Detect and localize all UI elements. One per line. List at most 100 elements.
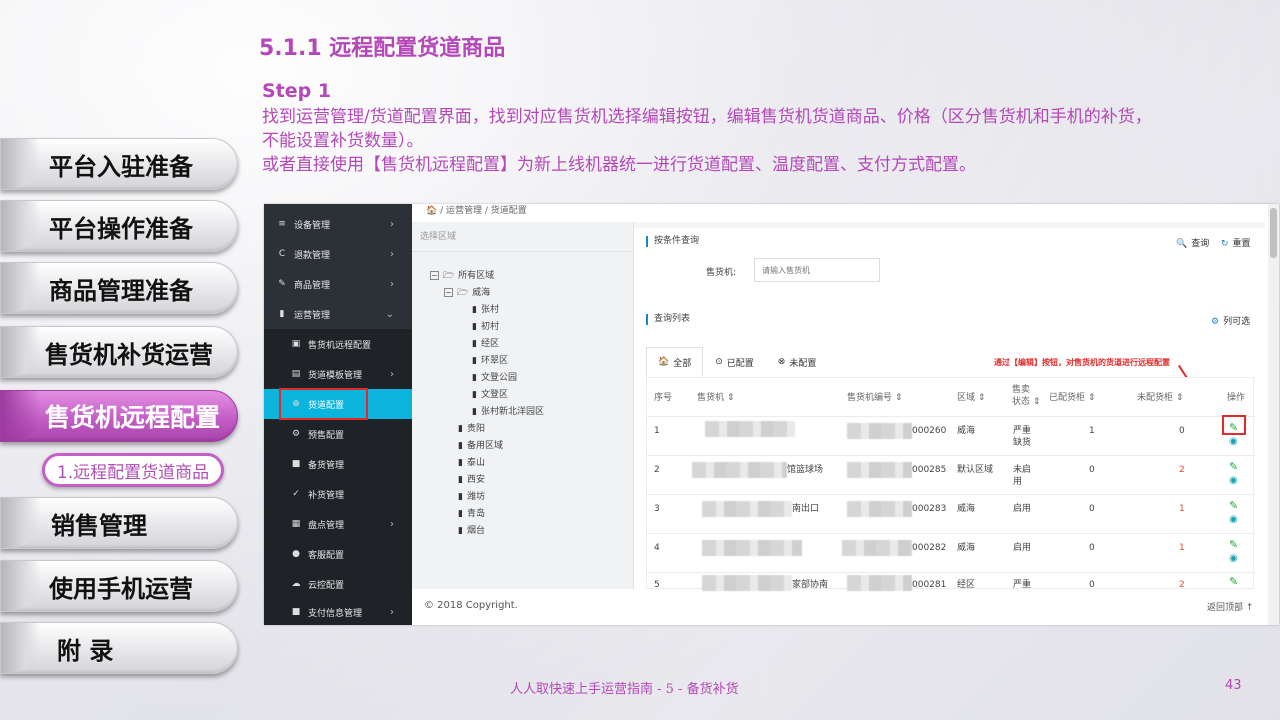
status-line: 用 [1013,477,1023,487]
nav-item-platform-ops[interactable]: 平台操作准备 [0,200,238,252]
reset-label: 重置 [1232,239,1251,249]
tree-label: 威海 [472,288,491,298]
sidebar-item-cloud[interactable]: ☁ 云控配置 [264,569,412,599]
tab-label: 已配置 [726,358,754,369]
nav-item-mobile-ops[interactable]: 使用手机运营 [0,560,238,612]
sidebar-label: 预售配置 [308,430,345,441]
tree-node[interactable]: ▮ 西安 [458,472,485,485]
nav-swoosh [1,623,41,673]
eye-icon[interactable]: ◉ [1229,553,1238,564]
columns-button[interactable]: ⚙ 列可选 [1211,314,1250,327]
cell-status: 未启用 [1013,464,1031,488]
tree-node[interactable]: ▮ 烟台 [458,523,485,536]
search-button[interactable]: 🔍 查询 [1176,236,1209,249]
tab-all[interactable]: 🏠 全部 [646,347,704,377]
page-scrollbar[interactable] [1268,204,1279,625]
tab-label: 未配置 [789,358,817,369]
tab-unconfigured[interactable]: ⊗ 未配置 [766,347,829,377]
redacted-machine-name [692,462,787,478]
annotation-text: 通过【编辑】按钮，对售货机的货道进行远程配置 [994,358,1170,367]
nav-label: 平台入驻准备 [49,152,193,181]
sidebar-item-stock[interactable]: ■ 备货管理 [264,449,412,479]
file-icon: ▮ [458,475,463,485]
nav-item-restock-ops[interactable]: 售货机补货运营 [0,326,238,378]
tree-node[interactable]: ▮ 潍坊 [458,489,485,502]
sidebar-item-product[interactable]: ✎ 商品管理 › [264,269,412,299]
sidebar-label: 货道模板管理 [308,370,363,381]
machine-search-input[interactable] [754,258,880,282]
chevron-right-icon: › [390,278,394,290]
check-circle-icon: ⊙ [715,357,723,367]
cell-status: 启用 [1013,542,1031,554]
tab-label: 全部 [673,358,692,369]
sidebar-item-device[interactable]: ≡ 设备管理 › [264,209,412,239]
tree-node-weihai[interactable]: − 🗁 威海 [444,285,490,301]
edit-pencil-icon[interactable]: ✎ [1229,460,1238,473]
tree-node[interactable]: ▮ 张村新北洋园区 [472,404,544,417]
sidebar-item-presale[interactable]: ⚙ 预售配置 [264,419,412,449]
back-to-top-link[interactable]: 返回顶部 ↑ [1207,600,1253,613]
cell-unconfigured: 1 [1179,504,1185,514]
cell-code: 000285 [912,465,947,475]
nav-item-remote-config[interactable]: 售货机远程配置 [0,390,238,442]
chevron-right-icon: › [390,218,394,230]
cell-configured: 0 [1089,543,1095,553]
cloud-icon: ☁ [291,579,301,589]
tree-node[interactable]: ▮ 贵阳 [458,421,485,434]
machine-label: 售货机: [706,268,737,278]
redacted-code [842,540,912,556]
tree-node[interactable]: ▮ 备用区域 [458,438,503,451]
file-icon: ▮ [458,509,463,519]
file-icon: ▤ [291,369,301,379]
eye-icon[interactable]: ◉ [1229,514,1238,525]
nav-item-appendix[interactable]: 附 录 [0,622,238,674]
list-title: 查询列表 [646,314,690,325]
home-icon: 🏠 [658,357,670,367]
column-header-code[interactable]: 售货机编号 ⇕ [847,392,902,404]
sidebar-item-slot-template[interactable]: ▤ 货道模板管理 › [264,359,412,389]
nav-subitem-remote-slot[interactable]: 1.远程配置货道商品 [42,453,224,487]
sidebar-item-inventory[interactable]: ▦ 盘点管理 › [264,509,412,539]
nav-item-platform-entry[interactable]: 平台入驻准备 [0,138,238,190]
column-header-status[interactable]: 售卖 状态 ⇕ [1012,384,1040,408]
remote-icon: ▣ [291,339,301,349]
scrollbar-thumb[interactable] [1270,208,1277,258]
nav-label: 商品管理准备 [49,276,193,305]
column-header-actions: 操作 [1227,393,1246,403]
tree-node[interactable]: ▮ 张村 [472,302,499,315]
sidebar-item-remote-config[interactable]: ▣ 售货机远程配置 [264,329,412,359]
tree-node[interactable]: ▮ 泰山 [458,455,485,468]
column-header-unconfigured[interactable]: 未配货柜 ⇕ [1137,392,1183,404]
tab-configured[interactable]: ⊙ 已配置 [703,347,766,377]
sidebar-label: 退款管理 [294,250,331,261]
tree-node-root[interactable]: − 🗁 所有区域 [430,268,494,284]
slot-table: 序号 售货机 ⇕ 售货机编号 ⇕ 区域 ⇕ 售卖 状态 ⇕ 已配货柜 ⇕ 未配货柜… [646,377,1255,591]
nav-swoosh [1,561,41,611]
column-header-machine[interactable]: 售货机 ⇕ [697,392,734,404]
status-line: 启用 [1013,543,1032,553]
column-header-configured[interactable]: 已配货柜 ⇕ [1049,392,1095,404]
tree-node[interactable]: ▮ 初村 [472,319,499,332]
sidebar-item-service[interactable]: ● 客服配置 [264,539,412,569]
sidebar-item-operation[interactable]: ▮ 运营管理 ⌄ [264,299,412,329]
eye-icon[interactable]: ◉ [1229,475,1238,486]
tree-node[interactable]: ▮ 环翠区 [472,353,508,366]
tree-node[interactable]: ▮ 文登公园 [472,370,517,383]
sidebar-item-refund[interactable]: C 退款管理 › [264,239,412,269]
eye-icon[interactable]: ◉ [1229,436,1238,447]
edit-pencil-icon[interactable]: ✎ [1229,575,1238,588]
column-header-area[interactable]: 区域 ⇕ [957,392,985,404]
tree-node[interactable]: ▮ 文登区 [472,387,508,400]
nav-item-sales[interactable]: 销售管理 [0,497,238,549]
tree-node[interactable]: ▮ 经区 [472,336,499,349]
query-title: 按条件查询 [646,236,699,247]
sidebar-item-payment[interactable]: ■ 支付信息管理 › [264,597,412,625]
nav-label: 使用手机运营 [49,574,193,603]
sidebar-item-restock[interactable]: ✓ 补货管理 [264,479,412,509]
reset-button[interactable]: ↻ 重置 [1221,236,1251,249]
tree-label: 张村 [480,305,499,315]
edit-pencil-icon[interactable]: ✎ [1229,538,1238,551]
nav-item-product-mgmt[interactable]: 商品管理准备 [0,262,238,314]
tree-node[interactable]: ▮ 青岛 [458,506,485,519]
edit-pencil-icon[interactable]: ✎ [1229,499,1238,512]
